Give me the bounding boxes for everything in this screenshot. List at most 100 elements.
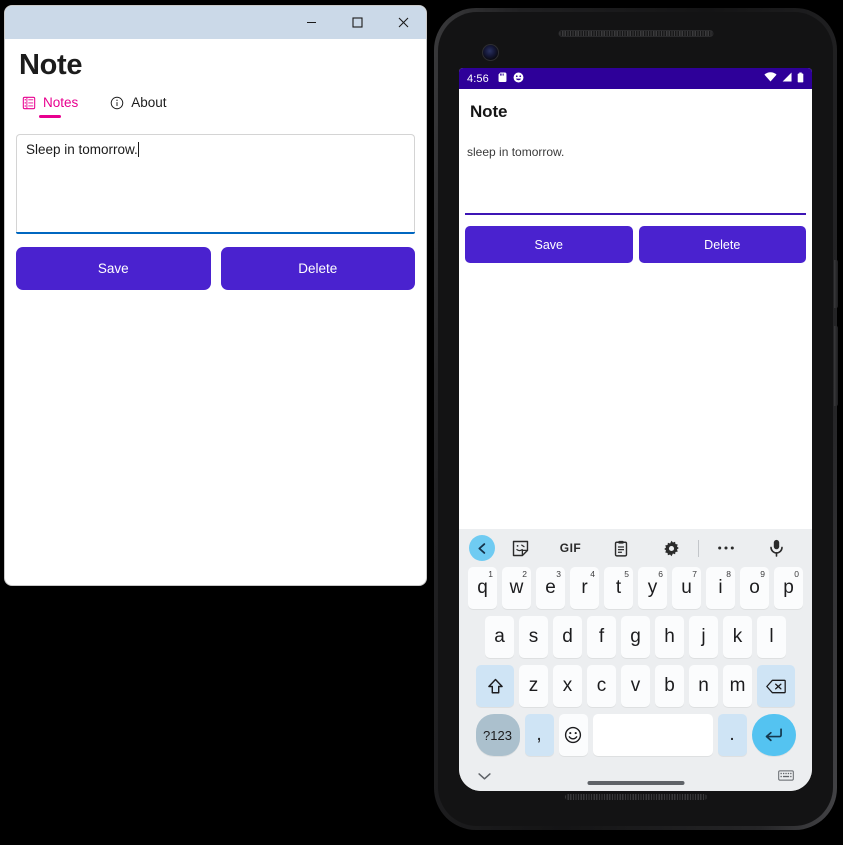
gear-icon[interactable]: [646, 533, 696, 563]
tab-about[interactable]: About: [106, 95, 170, 118]
key-y[interactable]: 6y: [638, 567, 667, 609]
shift-icon[interactable]: [476, 665, 514, 707]
sd-card-icon: [498, 72, 507, 86]
key-label: q: [477, 577, 488, 598]
key-label: w: [509, 577, 524, 598]
key-i[interactable]: 8i: [706, 567, 735, 609]
key-superscript: 1: [488, 569, 493, 579]
tabstrip: Notes About: [18, 95, 415, 125]
volume-button[interactable]: [834, 326, 838, 406]
key-n[interactable]: n: [689, 665, 718, 707]
clipboard-icon[interactable]: [596, 533, 646, 563]
tab-inactive-indicator: [127, 115, 149, 118]
tab-about-label: About: [131, 95, 167, 111]
close-icon[interactable]: [380, 6, 426, 39]
bottom-speaker: [564, 794, 707, 800]
keyboard-row-1: 1q 2w 3e 4r 5t 6y 7u 8i 9o 0p: [459, 567, 812, 609]
tab-notes[interactable]: Notes: [18, 95, 82, 119]
action-buttons: Save Delete: [16, 247, 415, 291]
key-u[interactable]: 7u: [672, 567, 701, 609]
home-gesture-bar[interactable]: [587, 781, 684, 785]
phone-note-input-value: sleep in tomorrow.: [467, 145, 565, 159]
save-button[interactable]: Save: [465, 226, 633, 263]
key-s[interactable]: s: [519, 616, 548, 658]
key-v[interactable]: v: [621, 665, 650, 707]
minimize-icon[interactable]: [288, 6, 334, 39]
key-label: y: [647, 577, 658, 598]
more-horizontal-icon[interactable]: [701, 533, 751, 563]
key-z[interactable]: z: [519, 665, 548, 707]
screenshot-stage: Note Notes About Sleep in tomorrow. Save…: [0, 0, 843, 845]
smiley-face-icon: [513, 72, 524, 86]
maximize-icon[interactable]: [334, 6, 380, 39]
power-button[interactable]: [834, 260, 838, 308]
note-input[interactable]: Sleep in tomorrow.: [16, 134, 415, 233]
content-spacer: [459, 263, 812, 529]
status-time: 4:56: [467, 72, 489, 85]
earpiece-speaker: [558, 30, 713, 37]
backspace-icon[interactable]: [757, 665, 795, 707]
phone-page-title: Note: [470, 102, 508, 121]
key-label: t: [615, 577, 622, 598]
chevron-left-icon[interactable]: [469, 535, 495, 561]
key-p[interactable]: 0p: [774, 567, 803, 609]
tab-active-indicator: [39, 115, 62, 119]
phone-note-input[interactable]: sleep in tomorrow.: [465, 145, 806, 215]
microphone-icon[interactable]: [752, 533, 802, 563]
emoji-icon[interactable]: [558, 714, 588, 756]
text-caret: [137, 142, 139, 158]
key-d[interactable]: d: [553, 616, 582, 658]
key-m[interactable]: m: [723, 665, 752, 707]
key-r[interactable]: 4r: [570, 567, 599, 609]
key-a[interactable]: a: [485, 616, 514, 658]
key-f[interactable]: f: [587, 616, 616, 658]
space-key[interactable]: [592, 714, 713, 756]
key-label: o: [749, 577, 760, 598]
key-superscript: 0: [794, 569, 799, 579]
key-k[interactable]: k: [723, 616, 752, 658]
key-label: p: [783, 577, 794, 598]
key-superscript: 8: [726, 569, 731, 579]
key-e[interactable]: 3e: [536, 567, 565, 609]
key-t[interactable]: 5t: [604, 567, 633, 609]
status-system-icons: [764, 72, 804, 86]
key-superscript: 9: [760, 569, 765, 579]
key-label: u: [681, 577, 692, 598]
chevron-down-icon[interactable]: [477, 768, 492, 786]
info-circle-icon: [110, 96, 124, 110]
note-input-focus-underline: [16, 232, 415, 235]
key-q[interactable]: 1q: [468, 567, 497, 609]
page-title: Note: [19, 49, 83, 81]
key-j[interactable]: j: [689, 616, 718, 658]
notes-list-icon: [22, 96, 36, 110]
window-titlebar: [5, 6, 426, 39]
delete-button[interactable]: Delete: [220, 247, 415, 291]
enter-icon[interactable]: [751, 714, 796, 756]
tab-notes-label: Notes: [43, 95, 79, 111]
symbols-key[interactable]: ?123: [475, 714, 520, 756]
key-x[interactable]: x: [553, 665, 582, 707]
key-h[interactable]: h: [655, 616, 684, 658]
key-g[interactable]: g: [621, 616, 650, 658]
key-l[interactable]: l: [757, 616, 786, 658]
front-camera: [482, 44, 499, 61]
key-superscript: 5: [624, 569, 629, 579]
key-c[interactable]: c: [587, 665, 616, 707]
keyboard-row-4: ?123 , .: [459, 714, 812, 756]
save-button[interactable]: Save: [16, 247, 211, 291]
battery-icon: [797, 72, 804, 86]
comma-key[interactable]: ,: [524, 714, 554, 756]
key-superscript: 2: [522, 569, 527, 579]
key-b[interactable]: b: [655, 665, 684, 707]
cellular-signal-icon: [781, 72, 793, 85]
sticker-icon[interactable]: [495, 533, 545, 563]
key-superscript: 3: [556, 569, 561, 579]
status-bar: 4:56: [459, 68, 812, 89]
delete-button[interactable]: Delete: [638, 226, 806, 263]
gif-button[interactable]: GIF: [545, 533, 595, 563]
key-w[interactable]: 2w: [502, 567, 531, 609]
period-key[interactable]: .: [717, 714, 747, 756]
window-body: Note Notes About Sleep in tomorrow. Save…: [5, 39, 426, 585]
key-o[interactable]: 9o: [740, 567, 769, 609]
keyboard-icon[interactable]: [778, 768, 794, 786]
